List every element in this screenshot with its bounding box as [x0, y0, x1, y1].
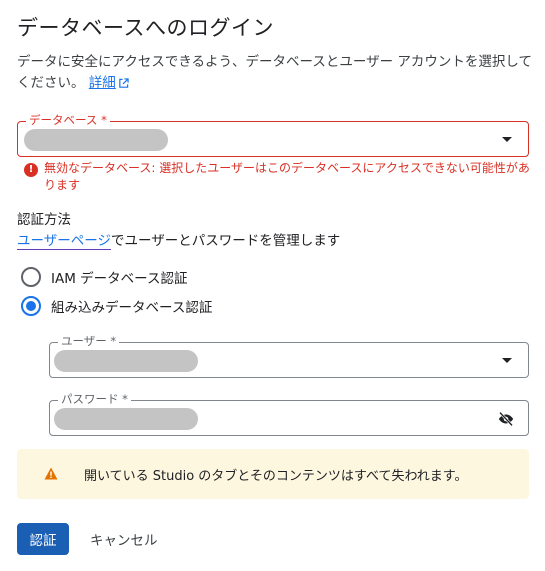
database-label: データベース *: [26, 113, 110, 127]
user-page-link[interactable]: ユーザーページ: [17, 233, 111, 250]
radio-label-builtin: 組み込みデータベース認証: [51, 300, 213, 316]
warning-icon: [44, 465, 58, 484]
radio-builtin-auth[interactable]: 組み込みデータベース認証: [21, 296, 212, 316]
user-value-redacted: [54, 350, 198, 372]
radio-iam-auth[interactable]: IAM データベース認証: [21, 267, 187, 287]
manage-suffix: でユーザーとパスワードを管理します: [110, 233, 341, 249]
database-error-text: 無効なデータベース: 選択したユーザーはこのデータベースにアクセスできない可能性…: [44, 161, 530, 192]
database-error: ! 無効なデータベース: 選択したユーザーはこのデータベースにアクセスできない可…: [24, 160, 534, 193]
visibility-off-icon[interactable]: [497, 410, 515, 432]
chevron-down-icon[interactable]: [502, 137, 512, 142]
cancel-button[interactable]: キャンセル: [80, 523, 168, 555]
authenticate-button[interactable]: 認証: [17, 523, 69, 555]
chevron-down-icon[interactable]: [502, 358, 512, 363]
password-value-redacted: [54, 408, 198, 430]
error-icon: !: [24, 163, 38, 177]
user-select[interactable]: ユーザー *: [49, 334, 529, 378]
auth-manage-text: ユーザーページでユーザーとパスワードを管理します: [17, 229, 341, 250]
database-value-redacted: [24, 129, 168, 151]
auth-method-label: 認証方法: [17, 212, 71, 228]
user-label: ユーザー *: [58, 334, 120, 348]
radio-label-iam: IAM データベース認証: [51, 271, 188, 287]
radio-button-unchecked[interactable]: [21, 267, 41, 287]
warning-notice: 開いている Studio のタブとそのコンテンツはすべて失われます。: [17, 449, 529, 499]
database-select[interactable]: データベース *: [17, 113, 529, 157]
radio-button-checked[interactable]: [21, 296, 41, 316]
details-link[interactable]: 詳細: [89, 75, 116, 91]
warning-text: 開いている Studio のタブとそのコンテンツはすべて失われます。: [84, 468, 468, 484]
password-label: パスワード *: [58, 392, 131, 406]
password-field[interactable]: パスワード *: [49, 392, 529, 436]
external-link-icon[interactable]: [118, 75, 129, 96]
dialog-description: データに安全にアクセスできるよう、データベースとユーザー アカウントを選択してく…: [17, 52, 532, 96]
dialog-title: データベースへのログイン: [17, 16, 274, 40]
